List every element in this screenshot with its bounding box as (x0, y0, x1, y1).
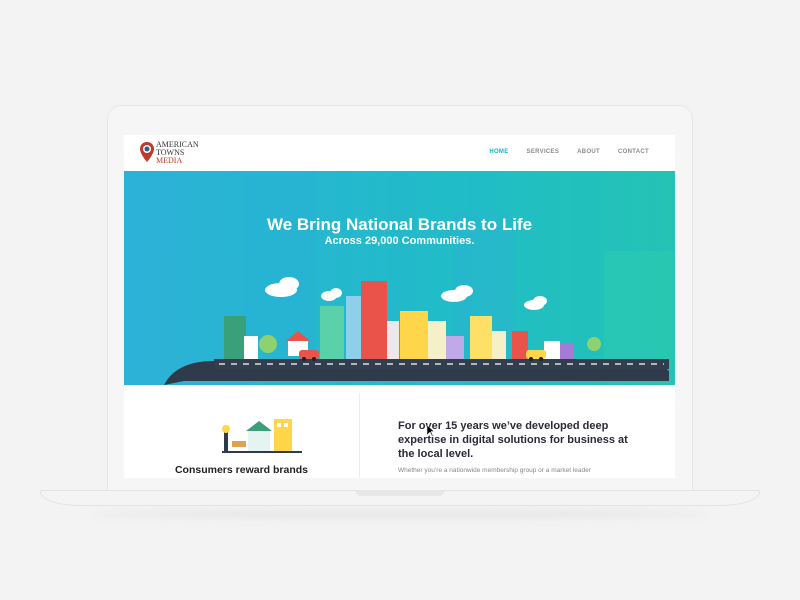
nav-about[interactable]: ABOUT (577, 149, 600, 155)
site-logo[interactable]: AMERICAN TOWNS MEDIA (156, 141, 199, 165)
top-navbar: AMERICAN TOWNS MEDIA HOME SERVICES ABOUT… (124, 135, 675, 171)
nav-contact[interactable]: CONTACT (618, 149, 649, 155)
city-illustration (164, 171, 675, 385)
map-pin-icon (140, 142, 154, 162)
logo-line-3: MEDIA (156, 156, 183, 165)
mouse-cursor-icon (427, 425, 435, 437)
experience-text: Whether you’re a nationwide membership g… (398, 467, 591, 474)
laptop-shadow (90, 510, 710, 518)
nav-services[interactable]: SERVICES (527, 149, 560, 155)
laptop-screen: AMERICAN TOWNS MEDIA HOME SERVICES ABOUT… (124, 135, 675, 478)
hero-banner: We Bring National Brands to Life Across … (124, 171, 675, 385)
section-divider (359, 393, 360, 478)
main-menu: HOME SERVICES ABOUT CONTACT (489, 149, 649, 155)
town-icon (222, 419, 302, 453)
laptop-notch (355, 490, 445, 496)
consumers-heading: Consumers reward brands (174, 464, 309, 476)
hero-title: We Bring National Brands to Life (266, 215, 533, 234)
hero-subtitle: Across 29,000 Communities. (324, 235, 475, 247)
nav-home[interactable]: HOME (489, 149, 508, 155)
